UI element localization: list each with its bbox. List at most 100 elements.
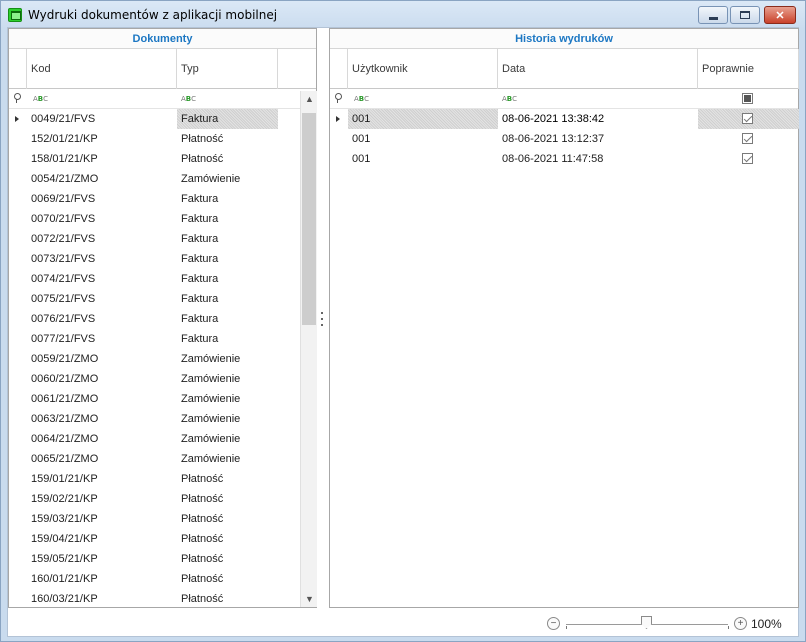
cell-typ[interactable]: Zamówienie bbox=[177, 449, 278, 469]
cell-poprawnie[interactable] bbox=[698, 109, 799, 129]
cell-kod[interactable]: 159/05/21/KP bbox=[27, 549, 177, 569]
cell-typ[interactable]: Zamówienie bbox=[177, 429, 278, 449]
cell-kod[interactable]: 159/02/21/KP bbox=[27, 489, 177, 509]
cell-kod[interactable]: 0064/21/ZMO bbox=[27, 429, 177, 449]
table-row[interactable]: 158/01/21/KP Płatność bbox=[9, 149, 316, 169]
cell-kod[interactable]: 0072/21/FVS bbox=[27, 229, 177, 249]
zoom-in-button[interactable]: + bbox=[734, 617, 747, 630]
abc-filter-icon[interactable]: ABC bbox=[181, 95, 196, 103]
cell-typ[interactable]: Faktura bbox=[177, 249, 278, 269]
cell-typ[interactable]: Faktura bbox=[177, 209, 278, 229]
cell-uzytkownik[interactable]: 001 bbox=[348, 129, 498, 149]
cell-kod[interactable]: 158/01/21/KP bbox=[27, 149, 177, 169]
cell-kod[interactable]: 0073/21/FVS bbox=[27, 249, 177, 269]
title-bar[interactable]: Wydruki dokumentów z aplikacji mobilnej … bbox=[1, 1, 805, 27]
table-row[interactable]: 0063/21/ZMO Zamówienie bbox=[9, 409, 316, 429]
poprawnie-filter-checkbox[interactable] bbox=[742, 93, 753, 104]
column-header-data[interactable]: Data bbox=[498, 49, 698, 89]
table-row[interactable]: 0073/21/FVS Faktura bbox=[9, 249, 316, 269]
cell-kod[interactable]: 0061/21/ZMO bbox=[27, 389, 177, 409]
poprawnie-checkbox[interactable] bbox=[742, 133, 753, 144]
table-row[interactable]: 0074/21/FVS Faktura bbox=[9, 269, 316, 289]
column-header-uzytkownik[interactable]: Użytkownik bbox=[348, 49, 498, 89]
cell-kod[interactable]: 0054/21/ZMO bbox=[27, 169, 177, 189]
cell-typ[interactable]: Płatność bbox=[177, 489, 278, 509]
cell-typ[interactable]: Płatność bbox=[177, 129, 278, 149]
history-filter-row[interactable]: ABC ABC bbox=[330, 89, 798, 109]
cell-kod[interactable]: 159/01/21/KP bbox=[27, 469, 177, 489]
column-header-typ[interactable]: Typ bbox=[177, 49, 278, 89]
minimize-button[interactable] bbox=[698, 6, 728, 24]
scroll-down-icon[interactable]: ▼ bbox=[305, 595, 314, 604]
abc-filter-icon[interactable]: ABC bbox=[502, 95, 517, 103]
cell-kod[interactable]: 0060/21/ZMO bbox=[27, 369, 177, 389]
cell-typ[interactable]: Faktura bbox=[177, 229, 278, 249]
table-row[interactable]: 159/04/21/KP Płatność bbox=[9, 529, 316, 549]
cell-typ[interactable]: Płatność bbox=[177, 509, 278, 529]
table-row[interactable]: 0059/21/ZMO Zamówienie bbox=[9, 349, 316, 369]
cell-typ[interactable]: Zamówienie bbox=[177, 369, 278, 389]
cell-kod[interactable]: 0074/21/FVS bbox=[27, 269, 177, 289]
cell-typ[interactable]: Płatność bbox=[177, 529, 278, 549]
cell-typ[interactable]: Płatność bbox=[177, 549, 278, 569]
table-row[interactable]: 0065/21/ZMO Zamówienie bbox=[9, 449, 316, 469]
cell-kod[interactable]: 160/01/21/KP bbox=[27, 569, 177, 589]
table-row[interactable]: 159/01/21/KP Płatność bbox=[9, 469, 316, 489]
table-row[interactable]: 0077/21/FVS Faktura bbox=[9, 329, 316, 349]
table-row[interactable]: 0064/21/ZMO Zamówienie bbox=[9, 429, 316, 449]
cell-kod[interactable]: 152/01/21/KP bbox=[27, 129, 177, 149]
zoom-slider-thumb[interactable] bbox=[641, 616, 652, 629]
table-row[interactable]: 159/03/21/KP Płatność bbox=[9, 509, 316, 529]
poprawnie-checkbox[interactable] bbox=[742, 153, 753, 164]
cell-typ[interactable]: Faktura bbox=[177, 309, 278, 329]
cell-kod[interactable]: 0070/21/FVS bbox=[27, 209, 177, 229]
scroll-thumb[interactable] bbox=[302, 113, 316, 325]
cell-poprawnie[interactable] bbox=[698, 149, 799, 169]
maximize-button[interactable] bbox=[730, 6, 760, 24]
cell-kod[interactable]: 0076/21/FVS bbox=[27, 309, 177, 329]
table-row[interactable]: 001 08-06-2021 13:38:42 bbox=[330, 109, 799, 129]
cell-typ[interactable]: Płatność bbox=[177, 149, 278, 169]
cell-typ[interactable]: Płatność bbox=[177, 469, 278, 489]
cell-typ[interactable]: Faktura bbox=[177, 329, 278, 349]
abc-filter-icon[interactable]: ABC bbox=[354, 95, 369, 103]
table-row[interactable]: 001 08-06-2021 13:12:37 bbox=[330, 129, 798, 149]
table-row[interactable]: 0069/21/FVS Faktura bbox=[9, 189, 316, 209]
documents-scrollbar[interactable]: ▲ ▼ bbox=[300, 91, 317, 607]
documents-filter-row[interactable]: ABC ABC bbox=[9, 89, 316, 109]
table-row[interactable]: 160/03/21/KP Płatność bbox=[9, 589, 316, 609]
cell-typ[interactable]: Płatność bbox=[177, 569, 278, 589]
cell-typ[interactable]: Zamówienie bbox=[177, 349, 278, 369]
cell-typ[interactable]: Płatność bbox=[177, 589, 278, 609]
table-row[interactable]: 159/02/21/KP Płatność bbox=[9, 489, 316, 509]
table-row[interactable]: 0070/21/FVS Faktura bbox=[9, 209, 316, 229]
cell-typ[interactable]: Faktura bbox=[177, 269, 278, 289]
cell-kod[interactable]: 159/03/21/KP bbox=[27, 509, 177, 529]
cell-data[interactable]: 08-06-2021 13:12:37 bbox=[498, 129, 698, 149]
table-row[interactable]: 0075/21/FVS Faktura bbox=[9, 289, 316, 309]
cell-kod[interactable]: 0075/21/FVS bbox=[27, 289, 177, 309]
cell-typ[interactable]: Zamówienie bbox=[177, 409, 278, 429]
poprawnie-checkbox[interactable] bbox=[742, 113, 753, 124]
cell-typ[interactable]: Faktura bbox=[177, 189, 278, 209]
cell-kod[interactable]: 159/04/21/KP bbox=[27, 529, 177, 549]
table-row[interactable]: 0060/21/ZMO Zamówienie bbox=[9, 369, 316, 389]
abc-filter-icon[interactable]: ABC bbox=[33, 95, 48, 103]
table-row[interactable]: 0054/21/ZMO Zamówienie bbox=[9, 169, 316, 189]
cell-kod[interactable]: 0065/21/ZMO bbox=[27, 449, 177, 469]
cell-kod[interactable]: 0069/21/FVS bbox=[27, 189, 177, 209]
column-header-kod[interactable]: Kod bbox=[27, 49, 177, 89]
cell-uzytkownik[interactable]: 001 bbox=[348, 149, 498, 169]
cell-kod[interactable]: 0063/21/ZMO bbox=[27, 409, 177, 429]
cell-kod[interactable]: 0077/21/FVS bbox=[27, 329, 177, 349]
close-button[interactable]: ✕ bbox=[764, 6, 796, 24]
table-row[interactable]: 0049/21/FVS Faktura bbox=[9, 109, 316, 129]
cell-typ[interactable]: Faktura bbox=[177, 109, 278, 129]
cell-uzytkownik[interactable]: 001 bbox=[348, 109, 498, 129]
cell-typ[interactable]: Faktura bbox=[177, 289, 278, 309]
table-row[interactable]: 0072/21/FVS Faktura bbox=[9, 229, 316, 249]
table-row[interactable]: 160/01/21/KP Płatność bbox=[9, 569, 316, 589]
cell-data[interactable]: 08-06-2021 13:38:42 bbox=[498, 109, 698, 129]
cell-kod[interactable]: 0059/21/ZMO bbox=[27, 349, 177, 369]
panel-splitter[interactable] bbox=[320, 312, 324, 326]
